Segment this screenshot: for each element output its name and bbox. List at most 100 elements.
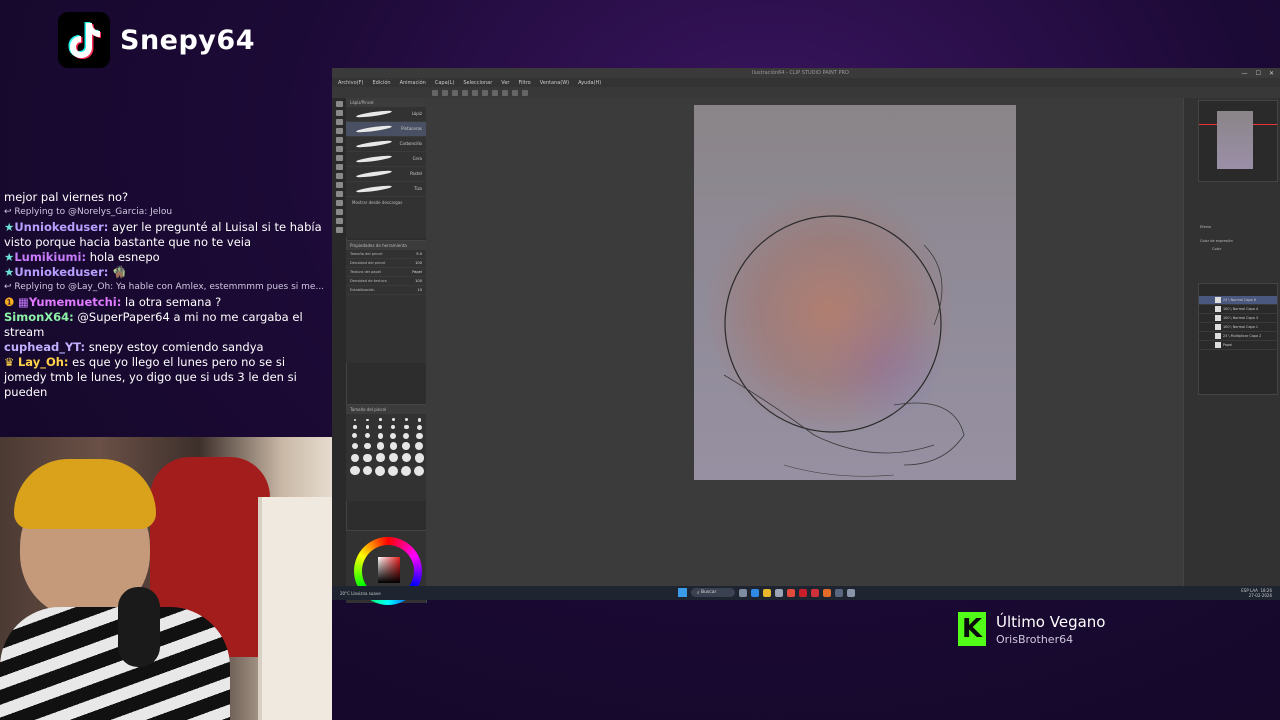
gradient-tool-icon[interactable] [335, 200, 343, 206]
zoom-tool-icon[interactable] [335, 101, 343, 107]
clock-date[interactable]: 27-02-2026 [1249, 593, 1272, 598]
color-dropdown[interactable]: Color [1212, 247, 1221, 251]
size-preset-dot[interactable] [417, 418, 422, 422]
size-preset-dot[interactable] [366, 418, 369, 421]
size-preset-dot[interactable] [414, 453, 425, 463]
size-preset-dot[interactable] [352, 433, 358, 439]
prop-brush-size[interactable]: Tamaño del pincel 9.0 [346, 250, 426, 259]
size-preset-dot[interactable] [363, 453, 372, 462]
size-preset-dot[interactable] [390, 432, 397, 439]
show-downloads-link[interactable]: Mostrar desde descargas [346, 197, 426, 208]
layer-row[interactable]: 100 \ Normal Capa 4 [1199, 305, 1277, 314]
chrome-icon[interactable] [787, 588, 795, 597]
pencil-tool-icon[interactable] [335, 146, 343, 152]
saturation-value-square[interactable] [378, 557, 400, 583]
size-preset-dot[interactable] [388, 453, 398, 463]
menu-archivo[interactable]: Archivo(F) [338, 80, 363, 86]
deselect-icon[interactable] [502, 89, 508, 96]
airbrush-tool-icon[interactable] [335, 164, 343, 170]
close-icon[interactable]: ✕ [1269, 70, 1274, 77]
size-preset-dot[interactable] [403, 432, 410, 439]
menu-ventana[interactable]: Ventana(W) [540, 80, 569, 86]
size-preset-dot[interactable] [365, 425, 370, 429]
taskbar-search[interactable]: ⌕ Buscar [691, 588, 735, 597]
layer-row[interactable]: 100 \ Normal Capa 3 [1199, 314, 1277, 323]
size-preset-dot[interactable] [350, 453, 359, 462]
new-file-icon[interactable] [432, 89, 438, 96]
ruler-tool-icon[interactable] [335, 227, 343, 233]
menu-ayuda[interactable]: Ayuda(H) [578, 80, 601, 86]
minimize-icon[interactable]: — [1242, 70, 1248, 77]
clear-icon[interactable] [482, 89, 488, 96]
size-preset-dot[interactable] [351, 442, 358, 450]
size-preset-dot[interactable] [404, 418, 408, 422]
menu-edicion[interactable]: Edición [372, 80, 390, 86]
size-preset-dot[interactable] [415, 442, 424, 450]
brush-tool-icon[interactable] [335, 155, 343, 161]
size-preset-dot[interactable] [401, 453, 411, 463]
eraser-tool-icon[interactable] [335, 173, 343, 179]
size-preset-dot[interactable] [391, 424, 396, 430]
save-icon[interactable] [452, 89, 458, 96]
size-preset-dot[interactable] [388, 465, 399, 476]
size-preset-dot[interactable] [353, 418, 356, 421]
settings-icon[interactable] [835, 588, 843, 597]
size-preset-dot[interactable] [375, 465, 386, 476]
prop-brush-density[interactable]: Densidad del pincel 100 [346, 259, 426, 268]
size-preset-dot[interactable] [364, 433, 371, 439]
layer-row[interactable]: Papel [1199, 341, 1277, 350]
store-icon[interactable] [775, 588, 783, 597]
ruler-icon[interactable] [522, 89, 528, 96]
crop-icon[interactable] [512, 89, 518, 96]
drawing-canvas[interactable] [694, 105, 1016, 480]
blend-tool-icon[interactable] [335, 182, 343, 188]
text-tool-icon[interactable] [335, 218, 343, 224]
size-preset-dot[interactable] [353, 425, 357, 429]
size-preset-dot[interactable] [362, 465, 373, 476]
shape-tool-icon[interactable] [335, 209, 343, 215]
eyedropper-tool-icon[interactable] [335, 128, 343, 134]
navigator-thumbnail[interactable] [1217, 111, 1253, 169]
menu-filtro[interactable]: Filtro [518, 80, 530, 86]
prop-texture-density[interactable]: Densidad de textura 100 [346, 277, 426, 286]
open-file-icon[interactable] [442, 89, 448, 96]
pen-tool-icon[interactable] [335, 137, 343, 143]
size-preset-dot[interactable] [377, 432, 384, 439]
menu-animacion[interactable]: Animación [400, 80, 426, 86]
prop-paper-texture[interactable]: Textura del papel Papel [346, 268, 426, 277]
menu-capa[interactable]: Capa(L) [435, 80, 454, 86]
size-preset-dot[interactable] [350, 465, 360, 476]
redo-icon[interactable] [472, 89, 478, 96]
layer-row[interactable]: 23 \ Multiplicar Capa 2 [1199, 332, 1277, 341]
brush-item-cera[interactable]: Cera [346, 152, 426, 167]
weather-widget[interactable]: 20°C Llovizna suave [340, 591, 381, 596]
fill-tool-icon[interactable] [335, 191, 343, 197]
transform-icon[interactable] [492, 89, 498, 96]
size-preset-dot[interactable] [401, 465, 412, 476]
size-preset-dot[interactable] [376, 453, 385, 463]
size-preset-dot[interactable] [414, 465, 425, 476]
size-preset-dot[interactable] [391, 418, 395, 422]
windows-start-icon[interactable] [678, 588, 687, 597]
brush-item-pastel[interactable]: Pastel [346, 167, 426, 182]
music-app-icon[interactable] [823, 588, 831, 597]
file-explorer-icon[interactable] [763, 588, 771, 597]
canvas-area[interactable] [426, 98, 1184, 590]
size-preset-dot[interactable] [379, 418, 382, 422]
undo-icon[interactable] [462, 89, 468, 96]
size-preset-dot[interactable] [389, 442, 397, 450]
size-preset-dot[interactable] [364, 442, 371, 450]
size-preset-dot[interactable] [416, 424, 422, 430]
size-preset-dot[interactable] [416, 432, 423, 439]
size-preset-dot[interactable] [378, 424, 383, 430]
maximize-icon[interactable]: ☐ [1256, 70, 1261, 77]
layer-row[interactable]: 23 \ Normal Capa 6 [1199, 296, 1277, 305]
discord-icon[interactable] [847, 588, 855, 597]
layer-row[interactable]: 100 \ Normal Capa 1 [1199, 323, 1277, 332]
task-view-icon[interactable] [739, 588, 747, 597]
edge-browser-icon[interactable] [751, 588, 759, 597]
brush-item-lapiz[interactable]: Lápiz [346, 107, 426, 122]
system-tray[interactable]: ESP LAA 18:26 27-02-2026 [1241, 588, 1272, 598]
size-preset-dot[interactable] [402, 442, 411, 450]
brush-item-carboncillo[interactable]: Carboncillo [346, 137, 426, 152]
